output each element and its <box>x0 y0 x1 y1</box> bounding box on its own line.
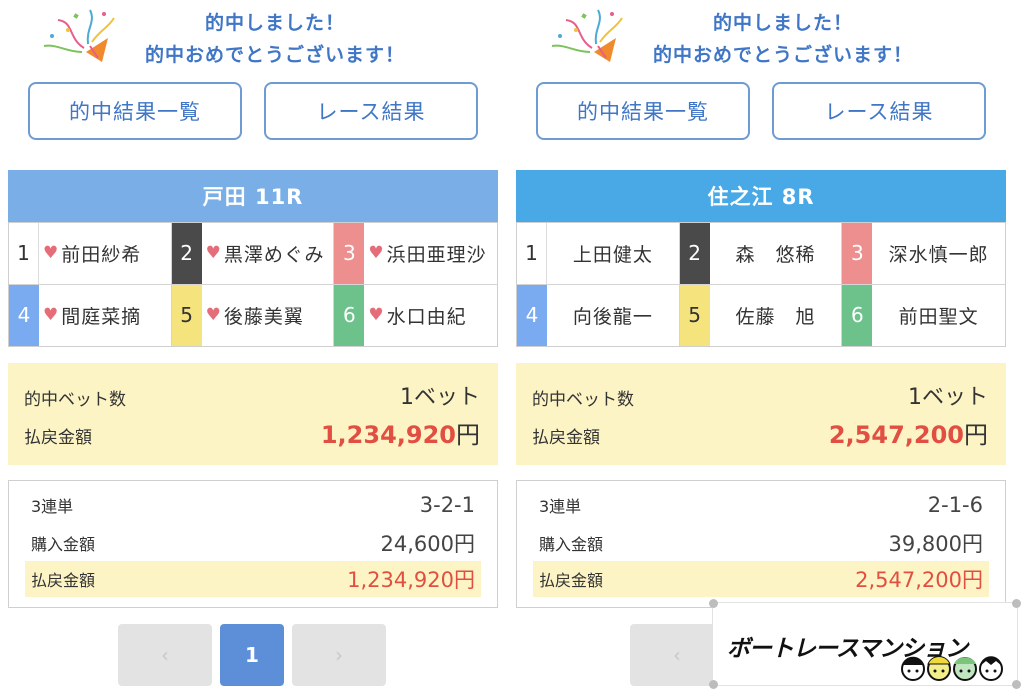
racer-name: 上田健太 <box>572 243 653 266</box>
corner-dot <box>1012 680 1021 689</box>
corner-dot <box>709 599 718 608</box>
purchase-row: 購入金額 24,600円 <box>25 525 481 561</box>
purchase-amount: 39,800円 <box>888 532 983 556</box>
racer-cell: 4 向後龍一 <box>517 284 680 346</box>
bets-label: 的中ベット数 <box>24 390 126 410</box>
racer-name: 前田聖文 <box>898 305 979 328</box>
racer-cell: 2 ♥ 黒澤めぐみ <box>171 223 335 285</box>
bet-detail: 3連単 2-1-6 購入金額 39,800円 払戻金額 2,547,200円 <box>516 480 1006 608</box>
boat-number: 6 <box>842 284 873 346</box>
boat-number: 5 <box>679 284 710 346</box>
hit-message-line2: 的中おめでとうございます！ <box>144 44 405 66</box>
bet-type-row: 3連単 3-2-1 <box>25 487 481 523</box>
race-results-button[interactable]: レース結果 <box>772 82 986 140</box>
page-1-button[interactable]: 1 <box>220 624 284 686</box>
mascot-faces-icon <box>901 656 1003 681</box>
payout-label: 払戻金額 <box>24 428 92 448</box>
purchase-label: 購入金額 <box>539 535 604 554</box>
corner-dot <box>709 680 718 689</box>
boat-number: 2 <box>171 223 202 284</box>
boat-number: 4 <box>517 284 547 346</box>
prev-page-button[interactable]: ‹ <box>630 624 724 686</box>
corner-dot <box>1012 599 1021 608</box>
boat-number: 1 <box>9 223 39 284</box>
racer-cell: 1 ♥ 前田紗希 <box>9 223 172 285</box>
race-title: 住之江 8R <box>516 170 1006 222</box>
racer-name: 浜田亜理沙 <box>386 243 487 266</box>
boat-number: 5 <box>171 284 202 346</box>
bet-combination: 2-1-6 <box>927 493 983 517</box>
heart-icon: ♥ <box>368 305 384 326</box>
racer-cell: 6 ♥ 水口由紀 <box>334 284 497 346</box>
heart-icon: ♥ <box>368 243 384 264</box>
heart-icon: ♥ <box>205 305 221 326</box>
watermark-logo: ボートレースマンション <box>709 599 1021 689</box>
bet-type-row: 3連単 2-1-6 <box>533 487 989 523</box>
hit-message: 的中しました！ 的中おめでとうございます！ <box>8 4 498 68</box>
bets-count: 1ベット <box>907 385 988 410</box>
racer-name: 水口由紀 <box>386 305 467 328</box>
boat-number: 6 <box>334 284 365 346</box>
bet-type-label: 3連単 <box>31 497 74 516</box>
payout-total: 1,234,920円 <box>320 421 480 449</box>
hit-message-line1: 的中しました！ <box>204 12 345 34</box>
racer-name: 黒澤めぐみ <box>223 243 325 266</box>
racer-cell: 4 ♥ 間庭菜摘 <box>9 284 172 346</box>
racer-cell: 3 ♥ 浜田亜理沙 <box>334 223 497 285</box>
race-title: 戸田 11R <box>8 170 498 222</box>
hit-message-line1: 的中しました！ <box>712 12 853 34</box>
hit-results-list-button[interactable]: 的中結果一覧 <box>28 82 242 140</box>
boat-number: 1 <box>517 223 547 284</box>
bets-label: 的中ベット数 <box>532 390 634 410</box>
hit-results-list-button[interactable]: 的中結果一覧 <box>536 82 750 140</box>
racer-name: 前田紗希 <box>61 243 142 266</box>
boat-number: 3 <box>842 223 873 284</box>
boat-number: 2 <box>679 223 710 284</box>
hit-message: 的中しました！ 的中おめでとうございます！ <box>516 4 1006 68</box>
bet-detail: 3連単 3-2-1 購入金額 24,600円 払戻金額 1,234,920円 <box>8 480 498 608</box>
payout-row: 払戻金額 1,234,920円 <box>25 561 481 597</box>
racer-cell: 1 上田健太 <box>517 223 680 285</box>
racer-cell: 3 深水慎一郎 <box>842 223 1005 285</box>
racer-cell: 2 森 悠稀 <box>679 223 843 285</box>
payout-row-amount: 2,547,200円 <box>855 568 983 592</box>
bet-type-label: 3連単 <box>539 497 582 516</box>
result-panel-suminoe: 的中しました！ 的中おめでとうございます！ 的中結果一覧 レース結果 住之江 8… <box>516 0 1006 689</box>
racer-name: 向後龍一 <box>572 305 653 328</box>
hit-summary: 的中ベット数 1ベット 払戻金額 1,234,920円 <box>8 363 498 465</box>
racer-cell: 5 ♥ 後藤美翼 <box>171 284 335 346</box>
payout-label: 払戻金額 <box>532 428 600 448</box>
prev-page-button[interactable]: ‹ <box>118 624 212 686</box>
racer-cell: 5 佐藤 旭 <box>679 284 843 346</box>
boat-number: 3 <box>334 223 365 284</box>
purchase-row: 購入金額 39,800円 <box>533 525 989 561</box>
racer-name: 後藤美翼 <box>223 305 304 328</box>
heart-icon: ♥ <box>205 243 221 264</box>
payout-row: 払戻金額 2,547,200円 <box>533 561 989 597</box>
hit-message-line2: 的中おめでとうございます！ <box>652 44 913 66</box>
payout-total: 2,547,200円 <box>828 421 988 449</box>
racer-name: 間庭菜摘 <box>61 305 142 328</box>
racer-name: 佐藤 旭 <box>735 305 816 328</box>
next-page-button[interactable]: › <box>292 624 386 686</box>
payout-row-label: 払戻金額 <box>31 571 96 590</box>
purchase-label: 購入金額 <box>31 535 96 554</box>
racer-name: 深水慎一郎 <box>888 243 989 266</box>
purchase-amount: 24,600円 <box>380 532 475 556</box>
racer-grid: 1 上田健太 2 森 悠稀 3 深水慎一郎 4 向後龍一 5 佐藤 旭 6 前田… <box>516 222 1006 347</box>
heart-icon: ♥ <box>43 243 59 264</box>
payout-row-amount: 1,234,920円 <box>347 568 475 592</box>
payout-row-label: 払戻金額 <box>539 571 604 590</box>
racer-grid: 1 ♥ 前田紗希 2 ♥ 黒澤めぐみ 3 ♥ 浜田亜理沙 4 ♥ 間庭菜摘 5 … <box>8 222 498 347</box>
racer-cell: 6 前田聖文 <box>842 284 1005 346</box>
hit-summary: 的中ベット数 1ベット 払戻金額 2,547,200円 <box>516 363 1006 465</box>
result-panel-toda: 的中しました！ 的中おめでとうございます！ 的中結果一覧 レース結果 戸田 11… <box>8 0 498 689</box>
bet-combination: 3-2-1 <box>419 493 475 517</box>
heart-icon: ♥ <box>43 305 59 326</box>
bets-count: 1ベット <box>399 385 480 410</box>
race-results-button[interactable]: レース結果 <box>264 82 478 140</box>
racer-name: 森 悠稀 <box>735 243 816 266</box>
boat-number: 4 <box>9 284 39 346</box>
